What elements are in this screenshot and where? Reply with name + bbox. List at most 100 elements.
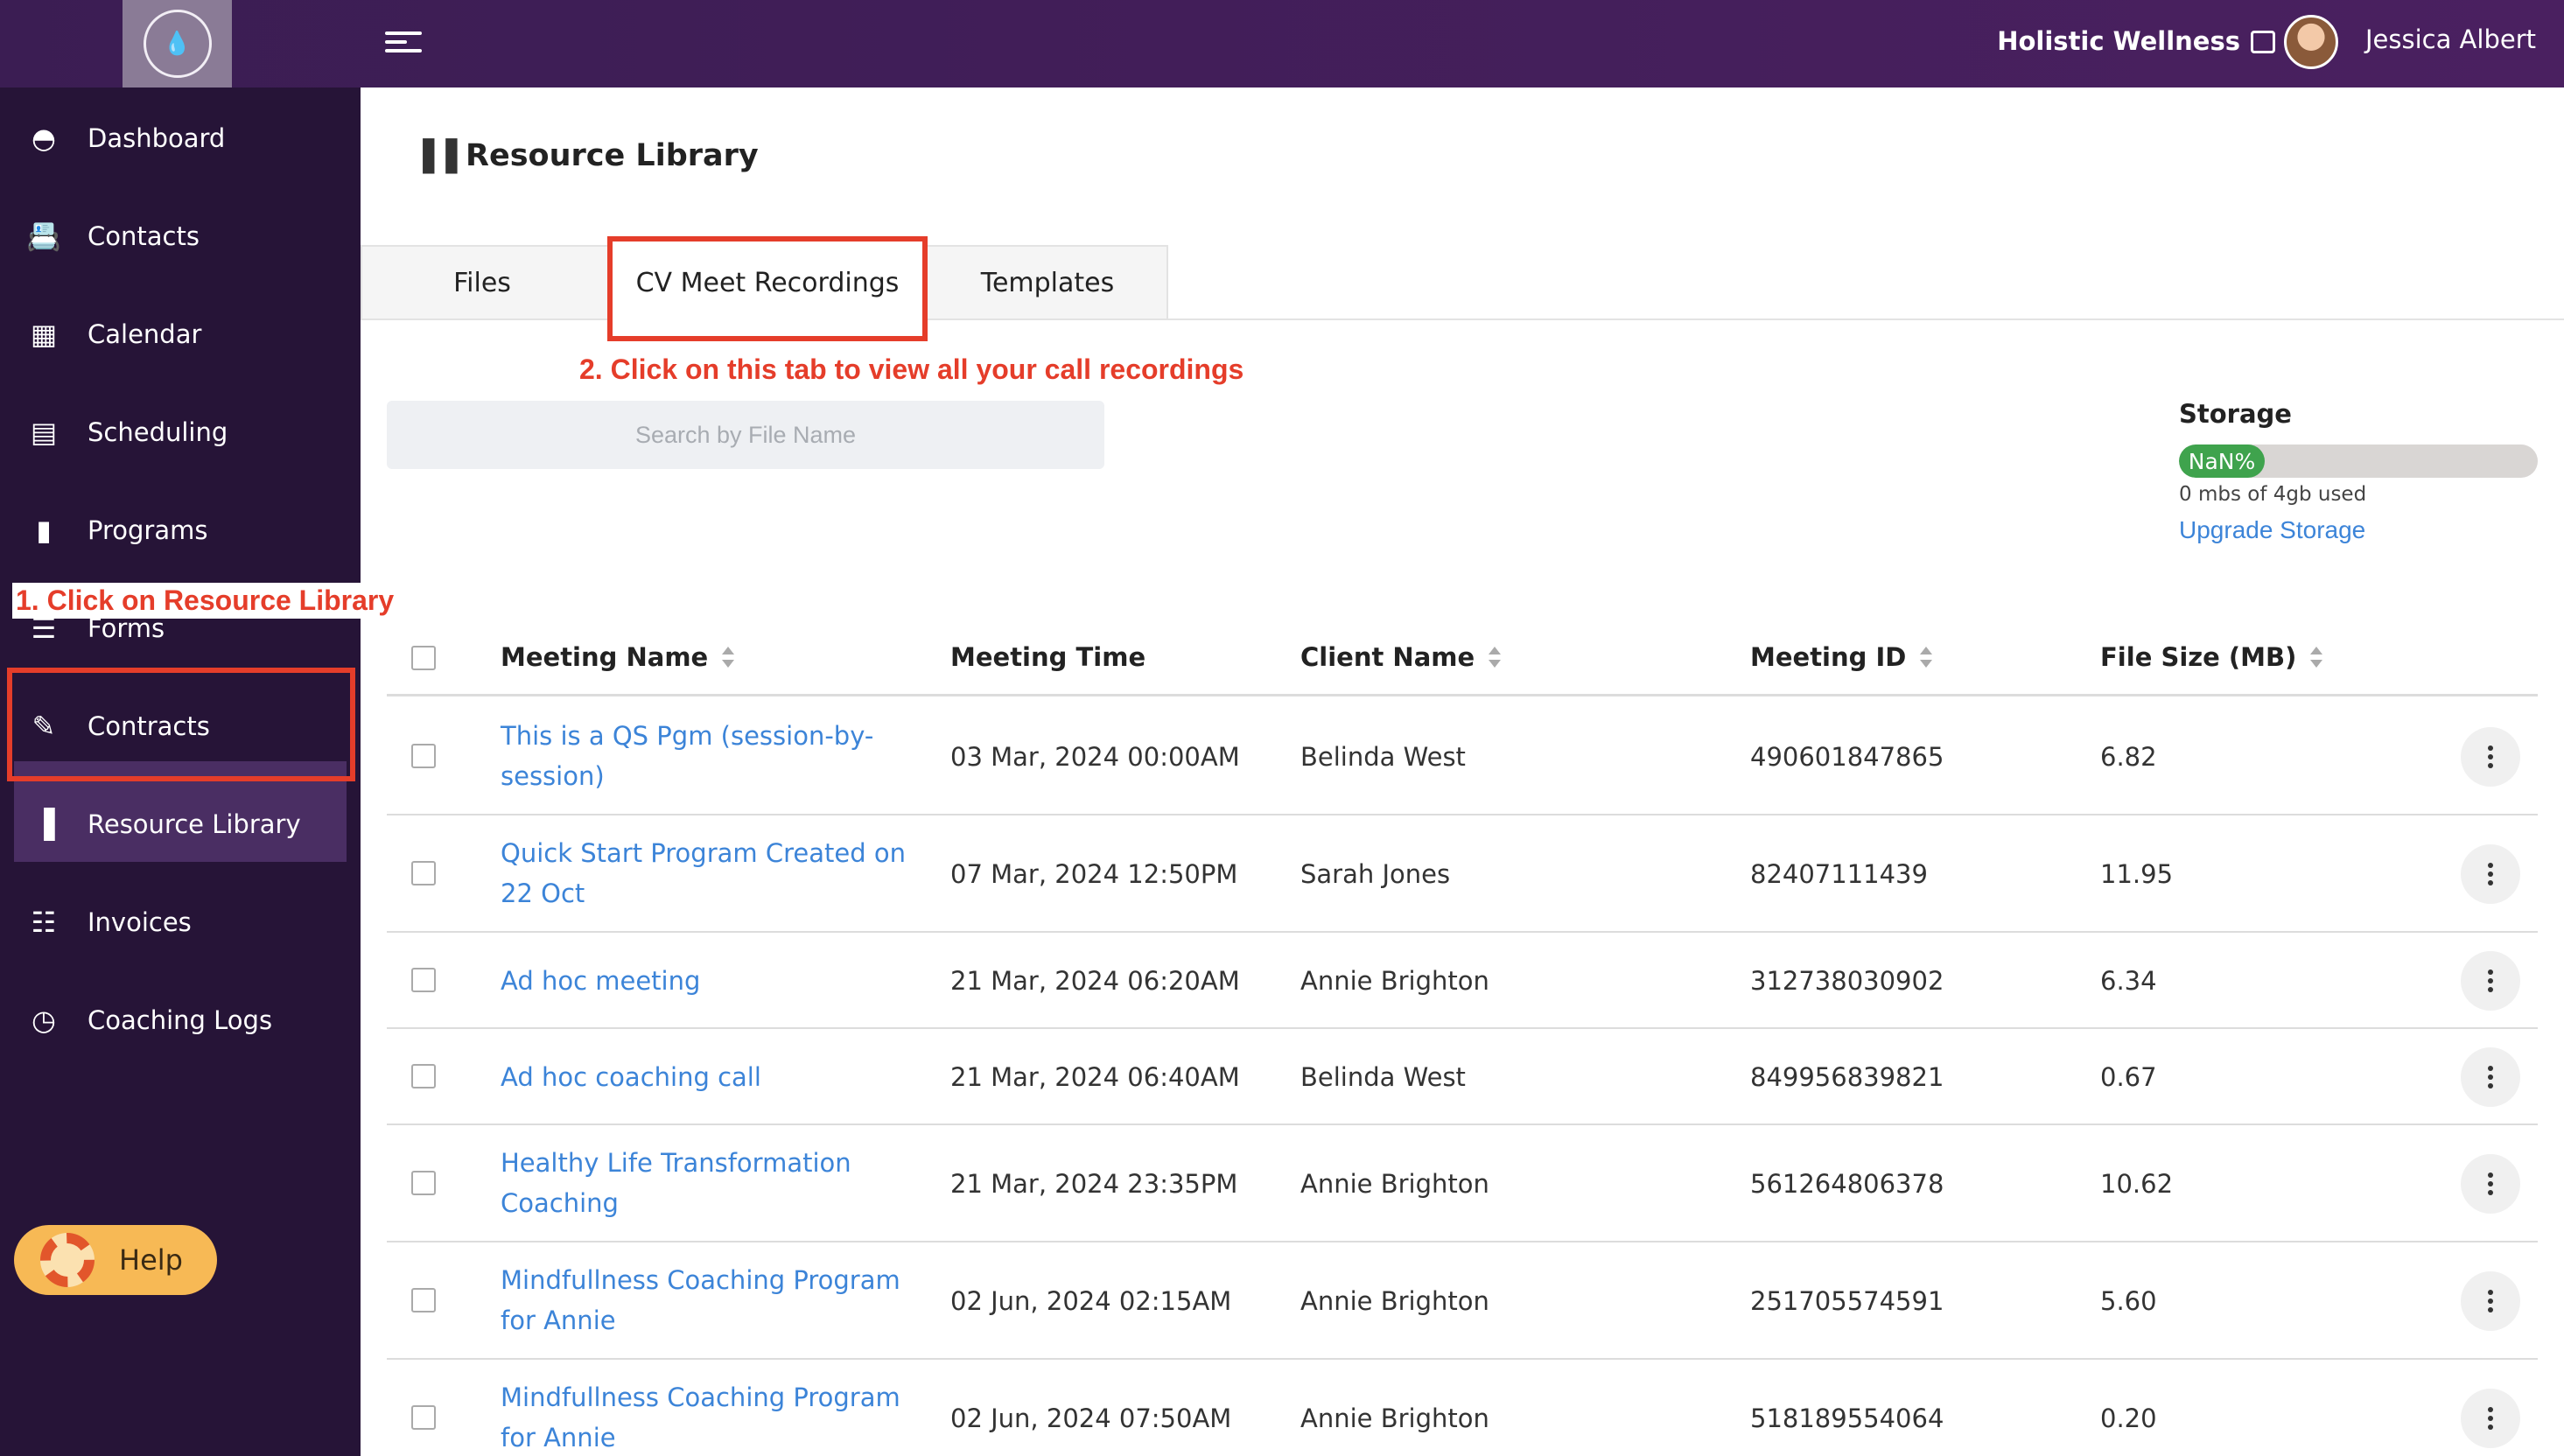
top-bar: 💧 Holistic Wellness Jessica Albert bbox=[0, 0, 2564, 88]
sidebar-item-label: Calendar bbox=[88, 319, 202, 349]
client-name: Annie Brighton bbox=[1300, 966, 1489, 996]
table-row: Mindfullness Coaching Program for Annie … bbox=[387, 1242, 2538, 1360]
meeting-name-link[interactable]: Mindfullness Coaching Program for Annie bbox=[501, 1377, 912, 1456]
sidebar-item-scheduling[interactable]: ▤ Scheduling bbox=[0, 383, 361, 481]
annotation-highlight-resource-library bbox=[7, 668, 355, 781]
upgrade-storage-link[interactable]: Upgrade Storage bbox=[2179, 516, 2365, 544]
more-options-icon[interactable] bbox=[2461, 1047, 2520, 1107]
sidebar-item-label: Scheduling bbox=[88, 417, 228, 447]
row-checkbox[interactable] bbox=[411, 1064, 436, 1088]
logo-drop-icon: 💧 bbox=[143, 10, 212, 78]
table-row: Mindfullness Coaching Program for Annie … bbox=[387, 1360, 2538, 1456]
meeting-id: 518189554064 bbox=[1750, 1404, 1944, 1433]
contacts-icon: 📇 bbox=[26, 220, 61, 253]
meeting-id: 251705574591 bbox=[1750, 1286, 1944, 1316]
sort-icon[interactable] bbox=[2310, 645, 2323, 669]
table-row: Quick Start Program Created on 22 Oct 07… bbox=[387, 816, 2538, 933]
table-row: Healthy Life Transformation Coaching 21 … bbox=[387, 1125, 2538, 1242]
meeting-name-link[interactable]: Quick Start Program Created on 22 Oct bbox=[501, 833, 912, 914]
lifebuoy-icon bbox=[40, 1233, 95, 1287]
file-size: 11.95 bbox=[2100, 859, 2174, 889]
column-header-label: Meeting ID bbox=[1750, 642, 1907, 672]
meeting-name-link[interactable]: This is a QS Pgm (session-by-session) bbox=[501, 716, 912, 796]
meeting-time: 02 Jun, 2024 02:15AM bbox=[950, 1286, 1232, 1316]
sidebar-item-contacts[interactable]: 📇 Contacts bbox=[0, 187, 361, 285]
meeting-id: 561264806378 bbox=[1750, 1169, 1944, 1199]
meeting-name-link[interactable]: Healthy Life Transformation Coaching bbox=[501, 1143, 912, 1223]
file-size: 10.62 bbox=[2100, 1169, 2174, 1199]
org-name[interactable]: Holistic Wellness bbox=[1997, 26, 2240, 56]
annotation-step-2: 2. Click on this tab to view all your ca… bbox=[579, 354, 1244, 385]
help-label: Help bbox=[119, 1243, 183, 1277]
annotation-step-1: 1. Click on Resource Library bbox=[12, 583, 398, 619]
column-header-meeting-name[interactable]: Meeting Name bbox=[501, 618, 735, 696]
brand-logo[interactable]: 💧 bbox=[123, 0, 232, 88]
tab-templates[interactable]: Templates bbox=[928, 245, 1167, 320]
sort-icon[interactable] bbox=[1920, 645, 1933, 669]
meeting-id: 82407111439 bbox=[1750, 859, 1928, 889]
file-size: 0.20 bbox=[2100, 1404, 2157, 1433]
menu-toggle-icon[interactable] bbox=[385, 26, 422, 61]
dashboard-icon: ◓ bbox=[32, 122, 56, 155]
row-checkbox[interactable] bbox=[411, 1405, 436, 1430]
library-icon: ▐ bbox=[32, 808, 55, 841]
client-name: Annie Brighton bbox=[1300, 1286, 1489, 1316]
clock-icon: ◷ bbox=[32, 1004, 56, 1037]
sort-icon[interactable] bbox=[1489, 645, 1502, 669]
column-header-client-name[interactable]: Client Name bbox=[1300, 618, 1502, 696]
sidebar-item-coaching-logs[interactable]: ◷ Coaching Logs bbox=[0, 971, 361, 1069]
briefcase-icon[interactable] bbox=[2251, 31, 2275, 53]
meeting-id: 490601847865 bbox=[1750, 742, 1944, 772]
sidebar-item-resource-library[interactable]: ▐ Resource Library bbox=[0, 775, 361, 873]
user-name[interactable]: Jessica Albert bbox=[2365, 24, 2536, 54]
row-checkbox[interactable] bbox=[411, 861, 436, 886]
help-button[interactable]: Help bbox=[14, 1225, 217, 1295]
column-header-file-size[interactable]: File Size (MB) bbox=[2100, 618, 2323, 696]
column-header-meeting-id[interactable]: Meeting ID bbox=[1750, 618, 1933, 696]
row-checkbox[interactable] bbox=[411, 1171, 436, 1195]
more-options-icon[interactable] bbox=[2461, 951, 2520, 1011]
row-checkbox[interactable] bbox=[411, 744, 436, 768]
table-header: Meeting Name Meeting Time Client Name Me… bbox=[387, 618, 2538, 696]
storage-used-text: 0 mbs of 4gb used bbox=[2179, 483, 2367, 506]
avatar[interactable] bbox=[2284, 15, 2338, 69]
calendar-icon: ▦ bbox=[30, 318, 58, 351]
storage-title: Storage bbox=[2179, 399, 2292, 429]
table-row: This is a QS Pgm (session-by-session) 03… bbox=[387, 698, 2538, 816]
column-header-label: Meeting Name bbox=[501, 642, 709, 672]
sidebar-item-label: Invoices bbox=[88, 907, 192, 937]
client-name: Belinda West bbox=[1300, 1062, 1466, 1092]
meeting-time: 02 Jun, 2024 07:50AM bbox=[950, 1404, 1232, 1433]
scheduling-icon: ▤ bbox=[30, 416, 58, 449]
sidebar-item-dashboard[interactable]: ◓ Dashboard bbox=[0, 89, 361, 187]
file-size: 5.60 bbox=[2100, 1286, 2157, 1316]
more-options-icon[interactable] bbox=[2461, 727, 2520, 787]
more-options-icon[interactable] bbox=[2461, 844, 2520, 904]
meeting-name-link[interactable]: Mindfullness Coaching Program for Annie bbox=[501, 1260, 912, 1340]
sidebar-item-programs[interactable]: ▮ Programs bbox=[0, 481, 361, 579]
tab-files[interactable]: Files bbox=[361, 245, 604, 320]
invoice-icon: ☷ bbox=[31, 906, 57, 939]
sidebar-item-label: Contacts bbox=[88, 221, 200, 251]
more-options-icon[interactable] bbox=[2461, 1389, 2520, 1448]
row-checkbox[interactable] bbox=[411, 1288, 436, 1312]
meeting-name-link[interactable]: Ad hoc coaching call bbox=[501, 1057, 912, 1097]
meeting-name-link[interactable]: Ad hoc meeting bbox=[501, 961, 912, 1001]
meeting-time: 07 Mar, 2024 12:50PM bbox=[950, 859, 1238, 889]
page-title: Resource Library bbox=[466, 138, 759, 173]
sidebar-item-label: Programs bbox=[88, 515, 208, 545]
storage-progress-bar: NaN% bbox=[2179, 444, 2538, 478]
sidebar-item-invoices[interactable]: ☷ Invoices bbox=[0, 873, 361, 971]
sort-icon[interactable] bbox=[722, 645, 735, 669]
page-header: ▐▐ Resource Library bbox=[411, 138, 759, 174]
column-header-label: File Size (MB) bbox=[2100, 642, 2297, 672]
search-input[interactable] bbox=[387, 401, 1104, 469]
library-icon: ▐▐ bbox=[411, 139, 458, 174]
select-all-checkbox[interactable] bbox=[411, 646, 436, 670]
more-options-icon[interactable] bbox=[2461, 1154, 2520, 1214]
sidebar-item-label: Coaching Logs bbox=[88, 1005, 273, 1035]
sidebar-item-calendar[interactable]: ▦ Calendar bbox=[0, 285, 361, 383]
more-options-icon[interactable] bbox=[2461, 1271, 2520, 1331]
storage-progress-fill: NaN% bbox=[2179, 444, 2265, 478]
row-checkbox[interactable] bbox=[411, 968, 436, 992]
